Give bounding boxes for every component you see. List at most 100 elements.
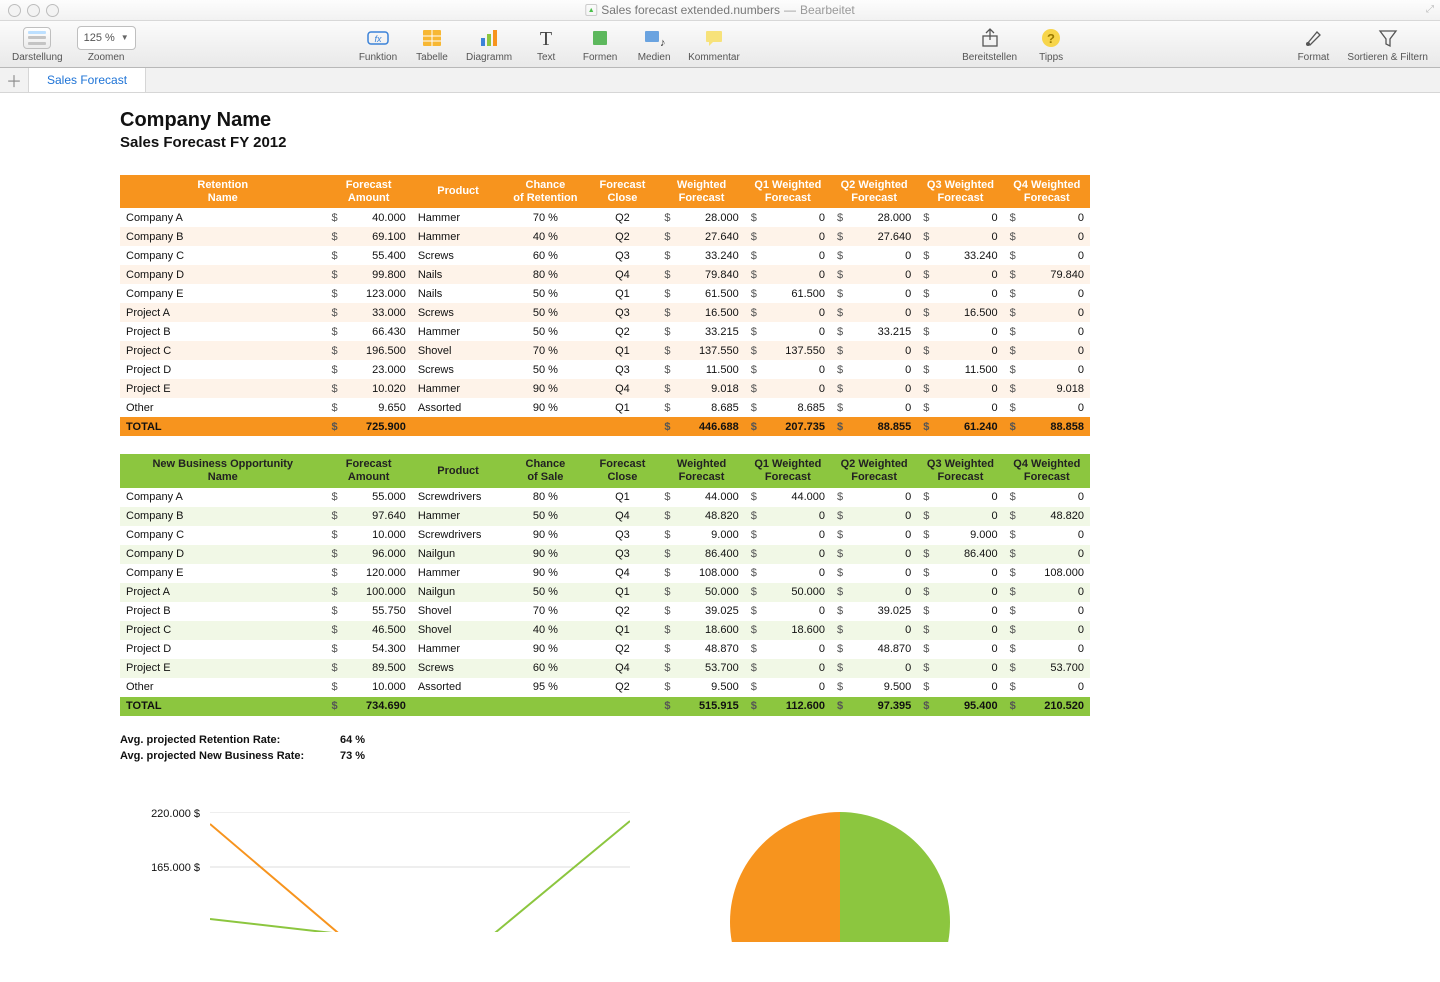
window-traffic-lights[interactable] xyxy=(8,4,59,17)
col-header[interactable]: Forecast Amount xyxy=(326,175,412,208)
table-cell[interactable]: 66.430 xyxy=(340,322,412,341)
col-header[interactable]: Q1 Weighted Forecast xyxy=(745,175,831,208)
table-cell[interactable]: Q1 xyxy=(586,621,658,640)
currency-symbol[interactable]: $ xyxy=(658,227,672,246)
currency-symbol[interactable]: $ xyxy=(658,526,672,545)
table-cell[interactable]: Company D xyxy=(120,545,326,564)
currency-symbol[interactable]: $ xyxy=(831,697,845,716)
table-cell[interactable]: 0 xyxy=(1018,284,1090,303)
table-cell[interactable]: 0 xyxy=(845,488,917,507)
table-cell[interactable]: 0 xyxy=(1018,303,1090,322)
table-cell[interactable]: 61.240 xyxy=(932,417,1004,436)
table-cell[interactable]: Assorted xyxy=(412,678,504,697)
currency-symbol[interactable]: $ xyxy=(831,583,845,602)
line-chart[interactable]: 220.000 $ 165.000 $ xyxy=(120,812,630,932)
table-cell[interactable]: Company B xyxy=(120,507,326,526)
currency-symbol[interactable]: $ xyxy=(326,379,340,398)
table-cell[interactable]: 0 xyxy=(845,621,917,640)
table-cell[interactable]: 0 xyxy=(1018,246,1090,265)
table-row[interactable]: Other$10.000Assorted95 %Q2$9.500$0$9.500… xyxy=(120,678,1090,697)
currency-symbol[interactable]: $ xyxy=(831,417,845,436)
currency-symbol[interactable]: $ xyxy=(745,678,759,697)
table-row[interactable]: Company D$99.800Nails80 %Q4$79.840$0$0$0… xyxy=(120,265,1090,284)
table-cell[interactable]: Hammer xyxy=(412,564,504,583)
currency-symbol[interactable]: $ xyxy=(1004,322,1018,341)
zoom-window-icon[interactable] xyxy=(46,4,59,17)
currency-symbol[interactable]: $ xyxy=(831,360,845,379)
table-cell[interactable]: Project E xyxy=(120,379,326,398)
table-cell[interactable]: 44.000 xyxy=(673,488,745,507)
col-header[interactable]: Q4 Weighted Forecast xyxy=(1004,454,1090,487)
currency-symbol[interactable]: $ xyxy=(658,303,672,322)
table-cell[interactable]: 0 xyxy=(932,284,1004,303)
table-cell[interactable]: 70 % xyxy=(504,341,586,360)
currency-symbol[interactable]: $ xyxy=(831,564,845,583)
table-row[interactable]: Company A$55.000Screwdrivers80 %Q1$44.00… xyxy=(120,488,1090,507)
currency-symbol[interactable]: $ xyxy=(658,507,672,526)
table-cell[interactable]: 515.915 xyxy=(673,697,745,716)
currency-symbol[interactable]: $ xyxy=(326,208,340,227)
table-cell[interactable]: 137.550 xyxy=(673,341,745,360)
table-cell[interactable]: 0 xyxy=(759,265,831,284)
table-cell[interactable]: Q4 xyxy=(586,564,658,583)
table-cell[interactable]: 0 xyxy=(1018,488,1090,507)
table-cell[interactable]: 0 xyxy=(1018,341,1090,360)
table-cell[interactable]: Project A xyxy=(120,303,326,322)
table-cell[interactable]: 0 xyxy=(759,360,831,379)
currency-symbol[interactable]: $ xyxy=(745,417,759,436)
currency-symbol[interactable]: $ xyxy=(917,697,931,716)
table-cell[interactable]: Company C xyxy=(120,246,326,265)
currency-symbol[interactable]: $ xyxy=(658,564,672,583)
toolbar-sort-filter[interactable]: Sortieren & Filtern xyxy=(1347,26,1428,63)
table-cell[interactable]: 8.685 xyxy=(673,398,745,417)
pie-chart[interactable] xyxy=(710,812,970,942)
currency-symbol[interactable]: $ xyxy=(831,265,845,284)
sheet-tab-active[interactable]: Sales Forecast xyxy=(29,68,146,92)
table-cell[interactable]: 90 % xyxy=(504,564,586,583)
currency-symbol[interactable]: $ xyxy=(831,208,845,227)
table-cell[interactable]: Screws xyxy=(412,659,504,678)
table-cell[interactable]: Q3 xyxy=(586,545,658,564)
currency-symbol[interactable]: $ xyxy=(1004,265,1018,284)
table-cell[interactable]: 33.215 xyxy=(845,322,917,341)
toolbar-comment[interactable]: Kommentar xyxy=(688,26,740,63)
currency-symbol[interactable]: $ xyxy=(745,564,759,583)
table-cell[interactable]: 0 xyxy=(1018,640,1090,659)
toolbar-media[interactable]: ♪ Medien xyxy=(634,26,674,63)
currency-symbol[interactable]: $ xyxy=(1004,621,1018,640)
add-sheet-button[interactable]: ＋ xyxy=(0,68,29,92)
table-row[interactable]: Company C$55.400Screws60 %Q3$33.240$0$0$… xyxy=(120,246,1090,265)
col-header[interactable]: Q2 Weighted Forecast xyxy=(831,454,917,487)
table-cell[interactable]: 88.858 xyxy=(1018,417,1090,436)
currency-symbol[interactable]: $ xyxy=(1004,246,1018,265)
table-row[interactable]: Project A$100.000Nailgun50 %Q1$50.000$50… xyxy=(120,583,1090,602)
table-cell[interactable]: 16.500 xyxy=(673,303,745,322)
table-cell[interactable]: 44.000 xyxy=(759,488,831,507)
table-cell[interactable]: 0 xyxy=(759,507,831,526)
table-cell[interactable]: Q3 xyxy=(586,526,658,545)
currency-symbol[interactable]: $ xyxy=(326,507,340,526)
table-cell[interactable]: 50 % xyxy=(504,360,586,379)
col-header[interactable]: Forecast Close xyxy=(586,454,658,487)
currency-symbol[interactable]: $ xyxy=(831,621,845,640)
table-cell[interactable]: Q2 xyxy=(586,227,658,246)
col-header[interactable]: Forecast Amount xyxy=(326,454,412,487)
currency-symbol[interactable]: $ xyxy=(917,488,931,507)
currency-symbol[interactable]: $ xyxy=(326,265,340,284)
currency-symbol[interactable]: $ xyxy=(917,227,931,246)
table-cell[interactable]: 0 xyxy=(845,545,917,564)
currency-symbol[interactable]: $ xyxy=(1004,284,1018,303)
currency-symbol[interactable]: $ xyxy=(1004,488,1018,507)
toolbar-zoom[interactable]: 125 %▼ Zoomen xyxy=(77,26,136,63)
table-cell[interactable]: 53.700 xyxy=(1018,659,1090,678)
currency-symbol[interactable]: $ xyxy=(326,341,340,360)
table-cell[interactable]: 0 xyxy=(759,545,831,564)
table-cell[interactable]: Hammer xyxy=(412,507,504,526)
table-cell[interactable]: 0 xyxy=(1018,526,1090,545)
table-cell[interactable]: 86.400 xyxy=(673,545,745,564)
currency-symbol[interactable]: $ xyxy=(326,398,340,417)
table-cell[interactable]: Project C xyxy=(120,341,326,360)
table-cell[interactable]: 90 % xyxy=(504,379,586,398)
table-cell[interactable]: Screwdrivers xyxy=(412,488,504,507)
table-row[interactable]: Project D$54.300Hammer90 %Q2$48.870$0$48… xyxy=(120,640,1090,659)
